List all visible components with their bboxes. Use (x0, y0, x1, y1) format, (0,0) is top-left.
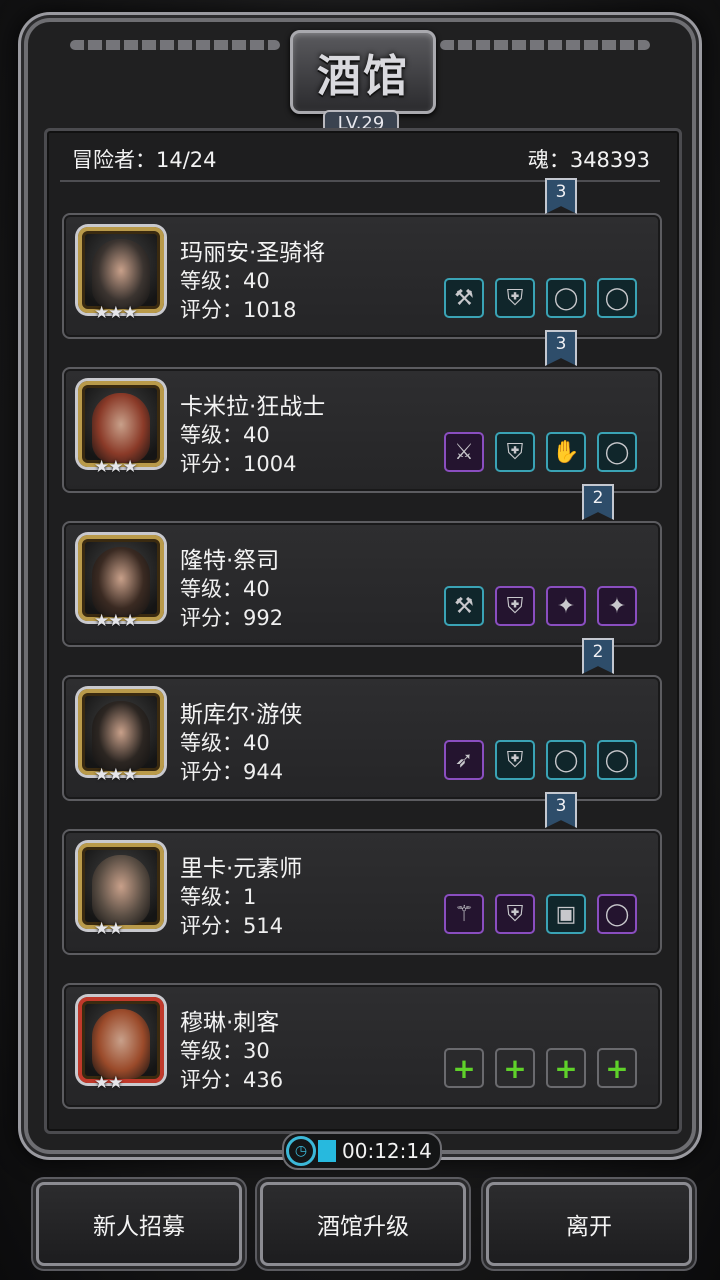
armor-icon[interactable]: ⛨ (495, 278, 535, 318)
clock-icon: ◷ (286, 1136, 316, 1166)
recruit-button[interactable]: 新人招募 (36, 1182, 242, 1266)
ring-icon[interactable]: ◯ (597, 740, 637, 780)
armor-icon[interactable]: ⛨ (495, 432, 535, 472)
soul-count: 魂：348393 (527, 148, 650, 172)
armor-icon[interactable]: ⛨ (495, 586, 535, 626)
hero-level: 等级：40 (180, 731, 270, 755)
hero-name: 玛丽安·圣骑将 (180, 240, 326, 266)
leave-button[interactable]: 离开 (486, 1182, 692, 1266)
chain-left-decoration (70, 40, 280, 50)
cloak-icon[interactable]: ⛨ (495, 894, 535, 934)
equipment-slots: ⚔ ⛨ ✋ ◯ (444, 432, 637, 472)
hero-card[interactable]: ★★★ 卡米拉·狂战士 等级：40 评分：1004 ⚔ ⛨ ✋ ◯ (62, 367, 662, 493)
refresh-timer: ◷ 00:12:14 (282, 1132, 442, 1170)
hero-face-icon (92, 547, 150, 617)
page-title: 酒馆 (317, 51, 409, 102)
gauntlet-icon[interactable]: ✋ (546, 432, 586, 472)
hero-level: 等级：40 (180, 269, 270, 293)
title-plate: 酒馆 (290, 30, 436, 114)
staff-icon[interactable]: ⚚ (444, 894, 484, 934)
star-rating: ★★ (94, 1073, 124, 1093)
ring-icon[interactable]: ◯ (546, 740, 586, 780)
hero-score: 评分：944 (180, 760, 284, 784)
add-ring-icon[interactable]: + (597, 1048, 637, 1088)
chest-icon[interactable]: ▣ (546, 894, 586, 934)
star-rating: ★★★ (94, 611, 138, 631)
add-weapon-icon[interactable]: + (444, 1048, 484, 1088)
amulet-icon[interactable]: ✦ (597, 586, 637, 626)
hero-level: 等级：40 (180, 423, 270, 447)
hero-face-icon (92, 239, 150, 309)
hero-level: 等级：1 (180, 885, 257, 909)
hero-face-icon (92, 393, 150, 463)
hero-score: 评分：992 (180, 606, 284, 630)
hero-card[interactable]: ★★ 里卡·元素师 等级：1 评分：514 ⚚ ⛨ ▣ ◯ (62, 829, 662, 955)
hero-name: 隆特·祭司 (180, 548, 280, 574)
axe-icon[interactable]: ⚔ (444, 432, 484, 472)
hero-portrait[interactable] (78, 689, 164, 775)
ring-icon[interactable]: ◯ (597, 278, 637, 318)
chain-right-decoration (440, 40, 650, 50)
add-armor-icon[interactable]: + (495, 1048, 535, 1088)
ring-icon[interactable]: ◯ (597, 432, 637, 472)
hero-card[interactable]: ★★★ 斯库尔·游侠 等级：40 评分：944 ➶ ⛨ ◯ ◯ (62, 675, 662, 801)
armor-icon[interactable]: ⛨ (495, 740, 535, 780)
hero-portrait[interactable] (78, 997, 164, 1083)
adventurer-count: 冒险者：14/24 (72, 148, 217, 172)
hero-face-icon (92, 855, 150, 925)
hero-card[interactable]: ★★★ 隆特·祭司等级：40 评分：992 ⚒ ⛨ ✦ ✦ (62, 521, 662, 647)
hero-face-icon (92, 701, 150, 771)
star-rating: ★★★ (94, 457, 138, 477)
hero-score: 评分：436 (180, 1068, 284, 1092)
equipment-slots: ⚚ ⛨ ▣ ◯ (444, 894, 637, 934)
star-rating: ★★★ (94, 765, 138, 785)
equipment-slots: ⚒ ⛨ ✦ ✦ (444, 586, 637, 626)
hammer-icon[interactable]: ⚒ (444, 586, 484, 626)
crossbow-icon[interactable]: ➶ (444, 740, 484, 780)
hero-card[interactable]: ★★ 穆琳·刺客等级：30 评分：436 + + + + (62, 983, 662, 1109)
hero-portrait[interactable] (78, 381, 164, 467)
amulet-icon[interactable]: ✦ (546, 586, 586, 626)
hammer-icon[interactable]: ⚒ (444, 278, 484, 318)
ring-icon[interactable]: ◯ (546, 278, 586, 318)
hero-name: 穆琳·刺客 (180, 1010, 280, 1036)
hero-portrait[interactable] (78, 843, 164, 929)
hero-face-icon (92, 1009, 150, 1079)
star-rating: ★★★ (94, 303, 138, 323)
ring-icon[interactable]: ◯ (597, 894, 637, 934)
equipment-slots: ⚒ ⛨ ◯ ◯ (444, 278, 637, 318)
hero-level: 等级：30 (180, 1039, 270, 1063)
hero-score: 评分：1004 (180, 452, 297, 476)
hero-portrait[interactable] (78, 227, 164, 313)
hero-name: 里卡·元素师 (180, 856, 303, 882)
equipment-slots: + + + + (444, 1048, 637, 1088)
equipment-slots: ➶ ⛨ ◯ ◯ (444, 740, 637, 780)
hero-score: 评分：514 (180, 914, 284, 938)
star-rating: ★★ (94, 919, 124, 939)
add-ring-icon[interactable]: + (546, 1048, 586, 1088)
timer-text: 00:12:14 (342, 1139, 432, 1163)
hero-portrait[interactable] (78, 535, 164, 621)
hero-score: 评分：1018 (180, 298, 297, 322)
upgrade-tavern-button[interactable]: 酒馆升级 (260, 1182, 466, 1266)
timer-progress-bar (318, 1140, 336, 1162)
hero-level: 等级：40 (180, 577, 270, 601)
hero-name: 卡米拉·狂战士 (180, 394, 326, 420)
hero-name: 斯库尔·游侠 (180, 702, 303, 728)
hero-card[interactable]: ★★★ 玛丽安·圣骑将 等级：40 评分：1018 ⚒ ⛨ ◯ ◯ (62, 213, 662, 339)
header-stats: 冒险者：14/24 魂：348393 (72, 144, 650, 172)
